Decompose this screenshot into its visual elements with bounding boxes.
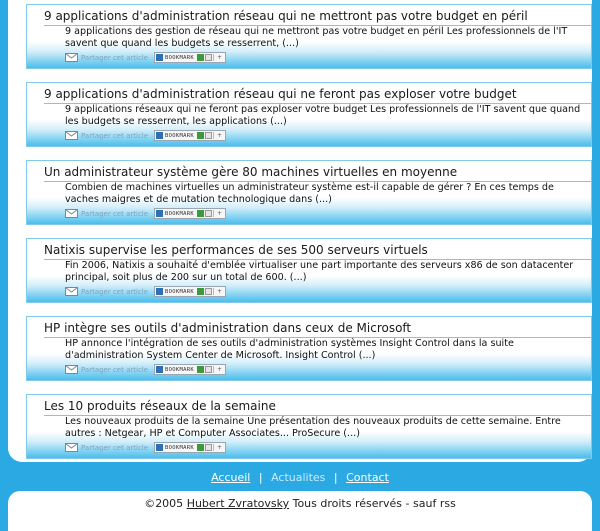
article-excerpt: 9 applications des gestion de réseau qui… (65, 26, 568, 49)
bookmark-plus[interactable]: + (212, 444, 225, 451)
share-label[interactable]: Partager cet article (81, 210, 148, 218)
share-label[interactable]: Partager cet article (81, 54, 148, 62)
article-title[interactable]: HP intègre ses outils d'administration d… (44, 321, 591, 338)
bookmark-button[interactable]: BOOKMARK + (154, 52, 226, 63)
bookmark-button[interactable]: BOOKMARK + (154, 130, 226, 141)
article-excerpt: 9 applications réseaux qui ne feront pas… (65, 104, 581, 127)
share-bar: Partager cet article BOOKMARK + (65, 364, 226, 375)
envelope-icon[interactable] (65, 365, 78, 374)
article-card: Les 10 produits réseaux de la semaine Le… (26, 394, 592, 459)
bookmark-flag-icon (204, 132, 212, 139)
nav-link-home[interactable]: Accueil (211, 471, 250, 484)
copyright-suffix: Tous droits réservés - sauf rss (292, 497, 456, 510)
bookmark-logo-icon (156, 132, 164, 139)
bookmark-plus[interactable]: + (212, 210, 225, 217)
article-title[interactable]: Les 10 produits réseaux de la semaine (44, 399, 591, 416)
envelope-icon[interactable] (65, 53, 78, 62)
article-card: 9 applications d'administration réseau q… (26, 82, 592, 147)
share-label[interactable]: Partager cet article (81, 288, 148, 296)
bookmark-flag-icon (196, 288, 204, 295)
bookmark-logo-icon (156, 54, 164, 61)
bookmark-plus[interactable]: + (212, 132, 225, 139)
bookmark-logo-icon (156, 444, 164, 451)
share-bar: Partager cet article BOOKMARK + (65, 286, 226, 297)
bookmark-button[interactable]: BOOKMARK + (154, 442, 226, 453)
bookmark-label: BOOKMARK (165, 210, 194, 217)
bookmark-flag-icon (204, 444, 212, 451)
bookmark-plus[interactable]: + (212, 288, 225, 295)
article-title[interactable]: Natixis supervise les performances de se… (44, 243, 591, 260)
bookmark-plus[interactable]: + (212, 54, 225, 61)
bookmark-flag-icon (204, 54, 212, 61)
bookmark-label: BOOKMARK (165, 444, 194, 451)
bookmark-flag-icon (204, 210, 212, 217)
article-excerpt: Fin 2006, Natixis a souhaité d'emblée vi… (65, 260, 574, 283)
bookmark-flag-icon (196, 366, 204, 373)
share-bar: Partager cet article BOOKMARK + (65, 130, 226, 141)
article-card: 9 applications d'administration réseau q… (26, 4, 592, 69)
share-label[interactable]: Partager cet article (81, 132, 148, 140)
bookmark-label: BOOKMARK (165, 54, 194, 61)
envelope-icon[interactable] (65, 287, 78, 296)
copyright-prefix: ©2005 (144, 497, 184, 510)
article-title[interactable]: Un administrateur système gère 80 machin… (44, 165, 591, 182)
footer-panel: ©2005 Hubert Zvratovsky Tous droits rése… (8, 491, 592, 531)
bookmark-label: BOOKMARK (165, 132, 194, 139)
bookmark-plus[interactable]: + (212, 366, 225, 373)
article-title[interactable]: 9 applications d'administration réseau q… (44, 9, 591, 26)
article-excerpt: Les nouveaux produits de la semaine Une … (65, 416, 561, 439)
footer-nav: Accueil | Actualites | Contact (0, 471, 600, 484)
envelope-icon[interactable] (65, 209, 78, 218)
share-bar: Partager cet article BOOKMARK + (65, 52, 226, 63)
bookmark-logo-icon (156, 210, 164, 217)
envelope-icon[interactable] (65, 131, 78, 140)
envelope-icon[interactable] (65, 443, 78, 452)
bookmark-flag-icon (196, 444, 204, 451)
article-excerpt: HP annonce l'intégration de ses outils d… (65, 338, 514, 361)
bookmark-button[interactable]: BOOKMARK + (154, 364, 226, 375)
share-bar: Partager cet article BOOKMARK + (65, 442, 226, 453)
bookmark-label: BOOKMARK (165, 288, 194, 295)
bookmark-button[interactable]: BOOKMARK + (154, 208, 226, 219)
nav-separator: | (333, 471, 338, 484)
bookmark-logo-icon (156, 288, 164, 295)
article-title[interactable]: 9 applications d'administration réseau q… (44, 87, 591, 104)
bookmark-flag-icon (204, 288, 212, 295)
content-panel: 9 applications d'administration réseau q… (8, 0, 592, 462)
bookmark-logo-icon (156, 366, 164, 373)
nav-separator: | (258, 471, 263, 484)
bookmark-flag-icon (204, 366, 212, 373)
article-excerpt: Combien de machines virtuelles un admini… (65, 182, 554, 205)
article-card: Natixis supervise les performances de se… (26, 238, 592, 303)
author-link[interactable]: Hubert Zvratovsky (187, 497, 289, 510)
copyright: ©2005 Hubert Zvratovsky Tous droits rése… (8, 497, 592, 510)
bookmark-flag-icon (196, 54, 204, 61)
share-label[interactable]: Partager cet article (81, 444, 148, 452)
article-list: 9 applications d'administration réseau q… (26, 4, 592, 472)
article-card: HP intègre ses outils d'administration d… (26, 316, 592, 381)
share-bar: Partager cet article BOOKMARK + (65, 208, 226, 219)
bookmark-flag-icon (196, 210, 204, 217)
bookmark-label: BOOKMARK (165, 366, 194, 373)
share-label[interactable]: Partager cet article (81, 366, 148, 374)
article-card: Un administrateur système gère 80 machin… (26, 160, 592, 225)
bookmark-button[interactable]: BOOKMARK + (154, 286, 226, 297)
nav-link-contact[interactable]: Contact (346, 471, 389, 484)
bookmark-flag-icon (196, 132, 204, 139)
nav-link-news[interactable]: Actualites (271, 471, 325, 484)
